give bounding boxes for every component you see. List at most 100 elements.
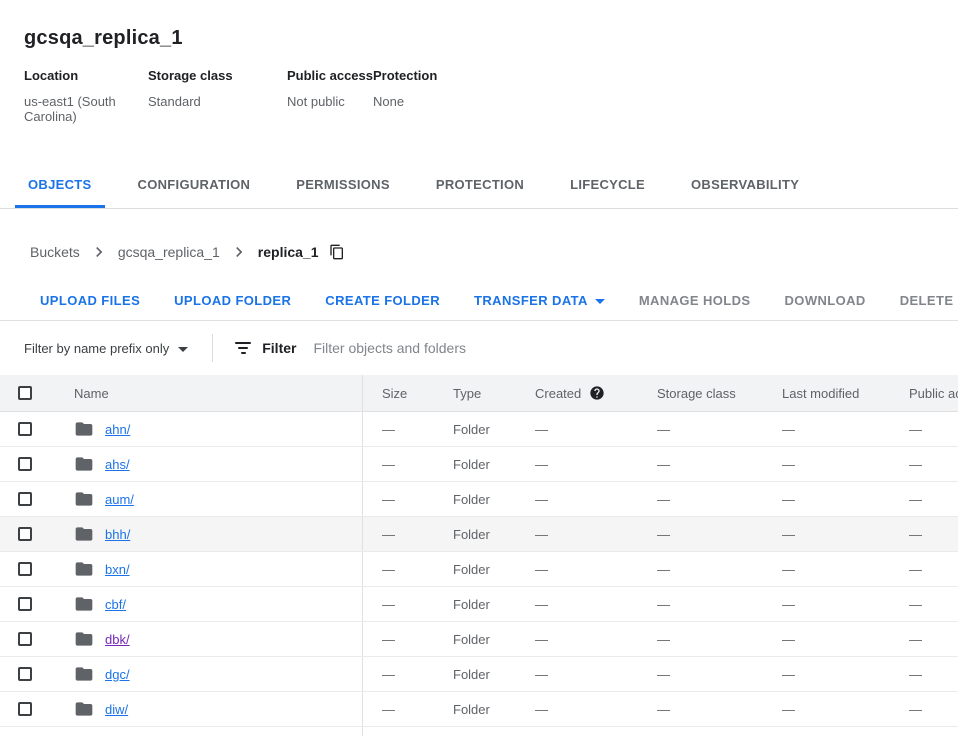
toolbar-button[interactable]: UPLOAD FOLDER <box>174 293 291 308</box>
toolbar-button-label: TRANSFER DATA <box>474 293 588 308</box>
breadcrumb: Buckets gcsqa_replica_1 replica_1 <box>0 209 958 281</box>
toolbar-button[interactable]: MANAGE HOLDS <box>639 293 751 308</box>
row-checkbox[interactable] <box>18 457 32 471</box>
table-header: Name Size Type Created Storage class Las… <box>0 375 958 412</box>
filter-input[interactable] <box>313 340 958 356</box>
breadcrumb-link[interactable]: Buckets <box>30 244 80 260</box>
toolbar-button[interactable]: TRANSFER DATA <box>474 293 605 308</box>
cell-type: Folder <box>453 422 535 437</box>
folder-link[interactable]: dgc/ <box>105 667 130 682</box>
tab-label: PROTECTION <box>436 177 524 192</box>
filter-list-icon <box>235 342 251 354</box>
cell-public-access: — <box>909 422 958 437</box>
row-checkbox[interactable] <box>18 422 32 436</box>
copy-path-button[interactable] <box>329 244 345 260</box>
table-row: ahs/ — Folder — — — — <box>0 447 958 482</box>
row-checkbox[interactable] <box>18 492 32 506</box>
folder-icon <box>74 664 94 684</box>
toolbar-button[interactable]: DOWNLOAD <box>785 293 866 308</box>
meta-value: None <box>373 94 437 109</box>
breadcrumb-link[interactable]: replica_1 <box>258 244 319 260</box>
folder-link[interactable]: bxn/ <box>105 562 130 577</box>
cell-created: — <box>535 492 657 507</box>
cell-created: — <box>535 667 657 682</box>
folder-icon <box>74 524 94 544</box>
table-row: cbf/ — Folder — — — — <box>0 587 958 622</box>
toolbar-button[interactable]: DELETE <box>900 293 954 308</box>
folder-link[interactable]: cbf/ <box>105 597 126 612</box>
cell-created: — <box>535 527 657 542</box>
cell-public-access: — <box>909 527 958 542</box>
select-all-checkbox[interactable] <box>18 386 32 400</box>
cell-storage-class: — <box>657 527 782 542</box>
bucket-header: gcsqa_replica_1 Location us-east1 (South… <box>0 0 958 209</box>
folder-link[interactable]: dbk/ <box>105 632 130 647</box>
cell-last-modified: — <box>782 422 909 437</box>
help-icon[interactable] <box>589 385 605 401</box>
breadcrumb-item: replica_1 <box>258 244 319 260</box>
row-checkbox[interactable] <box>18 667 32 681</box>
cell-type: Folder <box>453 562 535 577</box>
folder-link[interactable]: diw/ <box>105 702 128 717</box>
cell-size: — <box>363 422 453 437</box>
filter-mode-selector[interactable]: Filter by name prefix only <box>24 341 188 356</box>
cell-public-access: — <box>909 667 958 682</box>
cell-last-modified: — <box>782 632 909 647</box>
tab-label: LIFECYCLE <box>570 177 645 192</box>
table-row: diw/ — Folder — — — — <box>0 692 958 727</box>
row-checkbox[interactable] <box>18 702 32 716</box>
cell-created: — <box>535 457 657 472</box>
breadcrumb-item: Buckets <box>30 242 118 262</box>
folder-icon <box>74 454 94 474</box>
cell-size: — <box>363 632 453 647</box>
tab[interactable]: PERMISSIONS <box>283 161 403 208</box>
tab[interactable]: LIFECYCLE <box>557 161 658 208</box>
column-header-size: Size <box>363 386 453 401</box>
cell-created: — <box>535 632 657 647</box>
cell-last-modified: — <box>782 702 909 717</box>
cell-public-access: — <box>909 597 958 612</box>
cell-storage-class: — <box>657 667 782 682</box>
toolbar-button-label: DOWNLOAD <box>785 293 866 308</box>
toolbar-button[interactable]: UPLOAD FILES <box>40 293 140 308</box>
tab[interactable]: PROTECTION <box>423 161 537 208</box>
chevron-right-icon <box>89 242 109 262</box>
cell-public-access: — <box>909 632 958 647</box>
row-checkbox[interactable] <box>18 562 32 576</box>
table-row: aum/ — Folder — — — — <box>0 482 958 517</box>
folder-link[interactable]: ahs/ <box>105 457 130 472</box>
divider <box>212 334 213 362</box>
folder-link[interactable]: aum/ <box>105 492 134 507</box>
toolbar-button-label: UPLOAD FOLDER <box>174 293 291 308</box>
meta-label: Location <box>24 68 148 83</box>
cell-type: Folder <box>453 527 535 542</box>
breadcrumb-link[interactable]: gcsqa_replica_1 <box>118 244 220 260</box>
cell-size: — <box>363 702 453 717</box>
folder-link[interactable]: ahn/ <box>105 422 130 437</box>
toolbar-button[interactable]: CREATE FOLDER <box>325 293 440 308</box>
folder-link[interactable]: bhh/ <box>105 527 130 542</box>
folder-icon <box>74 419 94 439</box>
filter-label: Filter <box>262 340 296 356</box>
row-checkbox[interactable] <box>18 597 32 611</box>
folder-icon <box>74 489 94 509</box>
table-body: ahn/ — Folder — — — — ahs/ <box>0 412 958 736</box>
tab[interactable]: OBSERVABILITY <box>678 161 812 208</box>
tab-label: PERMISSIONS <box>296 177 390 192</box>
cell-type: Folder <box>453 702 535 717</box>
cell-size: — <box>363 667 453 682</box>
folder-icon <box>74 559 94 579</box>
tab[interactable]: OBJECTS <box>15 161 105 208</box>
dropdown-arrow-icon <box>178 347 188 352</box>
cell-type: Folder <box>453 492 535 507</box>
cell-type: Folder <box>453 667 535 682</box>
cell-last-modified: — <box>782 527 909 542</box>
row-checkbox[interactable] <box>18 632 32 646</box>
filter-bar: Filter by name prefix only Filter <box>0 321 958 375</box>
cell-size: — <box>363 562 453 577</box>
row-checkbox[interactable] <box>18 527 32 541</box>
tab[interactable]: CONFIGURATION <box>125 161 264 208</box>
column-header-created: Created <box>535 385 657 401</box>
column-header-last-modified: Last modified <box>782 386 909 401</box>
meta-value: Standard <box>148 94 287 109</box>
